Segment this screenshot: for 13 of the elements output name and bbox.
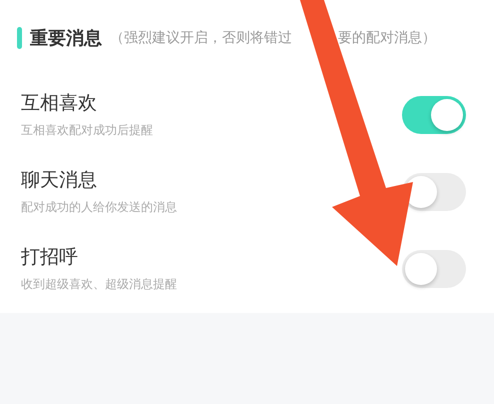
section-note: （强烈建议开启，否则将错过	[110, 29, 292, 47]
toggle-switch[interactable]	[402, 172, 466, 210]
setting-title: 聊天消息	[21, 168, 98, 193]
setting-description: 配对成功的人给你发送的消息	[21, 199, 177, 216]
setting-title: 互相喜欢	[21, 91, 98, 116]
section-note: 要的配对消息）	[338, 29, 436, 47]
setting-title: 打招呼	[21, 245, 79, 270]
section-accent-bar	[17, 27, 22, 49]
toggle-switch[interactable]	[402, 250, 466, 288]
toggle-switch[interactable]	[402, 96, 466, 134]
setting-description: 收到超级喜欢、超级消息提醒	[21, 276, 177, 293]
section-title: 重要消息	[30, 27, 102, 50]
setting-description: 互相喜欢配对成功后提醒	[21, 122, 153, 139]
